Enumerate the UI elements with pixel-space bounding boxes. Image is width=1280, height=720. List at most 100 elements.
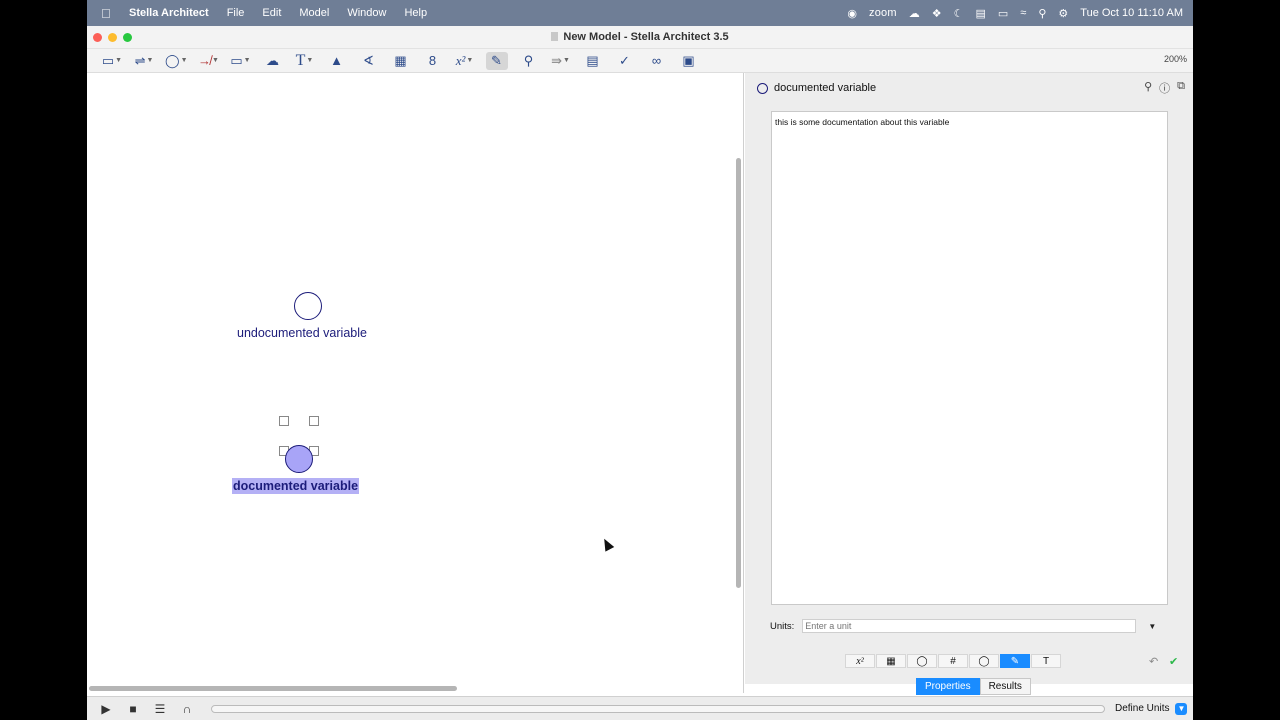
- panel-variable-name[interactable]: documented variable: [774, 82, 876, 94]
- stock-icon: ▭: [101, 52, 115, 68]
- vertical-scrollbar[interactable]: [736, 158, 741, 588]
- horizontal-scrollbar[interactable]: [89, 686, 457, 691]
- presentation-icon: ▣: [682, 52, 695, 68]
- database-icon[interactable]: ☰: [153, 702, 167, 716]
- undo-icon[interactable]: ↶: [1149, 655, 1158, 668]
- creative-cloud-icon[interactable]: ☁: [909, 7, 920, 20]
- search-icon[interactable]: ⚲: [1144, 80, 1152, 96]
- document-icon: [551, 32, 559, 41]
- stop-icon[interactable]: ■: [126, 702, 140, 716]
- flow-tool[interactable]: ⇌ ▼: [133, 52, 155, 70]
- converter-icon: [757, 82, 768, 94]
- presentation-tool[interactable]: ▣: [678, 52, 700, 70]
- control-center-icon[interactable]: ⚙: [1058, 7, 1068, 20]
- converter-label[interactable]: undocumented variable: [237, 326, 367, 340]
- units-dropdown-arrow-icon[interactable]: ▼: [1138, 619, 1166, 633]
- panel-tabs: Properties Results: [916, 678, 1031, 695]
- window-controls: [93, 32, 132, 42]
- table-tool[interactable]: ▦: [390, 52, 412, 70]
- range-button[interactable]: ◯: [969, 654, 999, 668]
- search-icon[interactable]: ⚲: [1038, 7, 1046, 20]
- model-canvas[interactable]: undocumented variable documented variabl…: [87, 73, 735, 684]
- converter-undocumented[interactable]: [294, 292, 322, 320]
- cloud-tool[interactable]: ☁: [262, 52, 284, 70]
- tab-results[interactable]: Results: [979, 678, 1031, 695]
- run-bar: ▶ ■ ☰ ∩ Define Units ▼: [87, 696, 1193, 720]
- interface-tool[interactable]: ▤: [582, 52, 604, 70]
- documentation-textarea[interactable]: this is some documentation about this va…: [771, 111, 1168, 605]
- documentation-button[interactable]: ✎: [1000, 654, 1030, 668]
- panel-header: documented variable ⚲ ⓘ ⧉: [745, 73, 1193, 103]
- minimize-window-button[interactable]: [108, 32, 117, 42]
- edit-mode-tool[interactable]: ✎: [485, 51, 508, 70]
- help-icon[interactable]: ⓘ: [1159, 80, 1170, 96]
- font-icon: T: [1042, 655, 1050, 667]
- popout-icon[interactable]: ⧉: [1177, 80, 1185, 96]
- menu-help[interactable]: Help: [404, 7, 427, 19]
- converter-documented[interactable]: [285, 445, 313, 473]
- menu-window[interactable]: Window: [347, 7, 386, 19]
- flow-icon: ⇌: [134, 52, 146, 68]
- menu-model[interactable]: Model: [299, 7, 329, 19]
- font-button[interactable]: T: [1031, 654, 1061, 668]
- style-button[interactable]: ◯: [907, 654, 937, 668]
- zoom-icon: ⚲: [523, 52, 534, 68]
- graph-tool[interactable]: ∢: [358, 52, 380, 70]
- pencil-icon: ✎: [491, 52, 502, 68]
- selection-handle[interactable]: [309, 416, 319, 426]
- module-icon: ▭: [230, 52, 243, 68]
- window-title-text: New Model - Stella Architect 3.5: [563, 31, 729, 43]
- play-icon[interactable]: ▶: [99, 702, 113, 716]
- zoom-tool[interactable]: ⚲: [518, 52, 540, 70]
- zoom-level[interactable]: 200%: [1164, 54, 1187, 64]
- chevron-down-icon[interactable]: ▼: [1175, 702, 1188, 715]
- connector-icon: ↛: [198, 53, 212, 68]
- brush-tool[interactable]: ✓: [614, 52, 636, 70]
- app-window: New Model - Stella Architect 3.5 ▭ ▼ ⇌ ▼ ◯…: [87, 26, 1193, 720]
- cloud-icon: ☁: [266, 52, 279, 68]
- link-tool[interactable]: ∞: [646, 52, 668, 70]
- equation-tab-button[interactable]: x²: [845, 654, 875, 668]
- number-format-button[interactable]: #: [938, 654, 968, 668]
- image-tool[interactable]: ▲: [326, 52, 348, 70]
- clock[interactable]: Tue Oct 10 11:10 AM: [1080, 7, 1183, 19]
- battery-icon[interactable]: ▭: [998, 7, 1008, 20]
- menu-app-name[interactable]: Stella Architect: [129, 7, 209, 19]
- menu-edit[interactable]: Edit: [262, 7, 281, 19]
- connector-tool[interactable]: ↛ ▼: [198, 52, 220, 70]
- zoom-window-button[interactable]: [123, 32, 132, 42]
- menu-file[interactable]: File: [227, 7, 245, 19]
- numeric-display-tool[interactable]: 8: [422, 52, 444, 70]
- magnet-icon[interactable]: ∩: [180, 702, 194, 716]
- text-icon: T: [295, 51, 306, 69]
- apply-check-icon[interactable]: ✔: [1169, 655, 1178, 668]
- zoom-status[interactable]: zoom: [869, 7, 897, 19]
- record-icon[interactable]: ◉: [847, 7, 857, 20]
- graphical-function-button[interactable]: ▦: [876, 654, 906, 668]
- module-tool[interactable]: ▭ ▼: [230, 52, 252, 70]
- run-progress-bar[interactable]: [211, 704, 1105, 713]
- menu-bar:  Stella Architect File Edit Model Windo…: [87, 0, 1193, 26]
- close-window-button[interactable]: [93, 32, 102, 42]
- moon-icon[interactable]: ☾: [954, 7, 964, 20]
- define-units-control[interactable]: Define Units ▼: [1115, 702, 1188, 715]
- dropbox-icon[interactable]: ❖: [932, 7, 942, 20]
- converter-tool[interactable]: ◯ ▼: [165, 52, 188, 70]
- wifi-icon[interactable]: ≈: [1020, 7, 1026, 19]
- text-tool[interactable]: T ▼: [294, 52, 316, 70]
- causal-tool[interactable]: ⇛ ▼: [550, 52, 572, 70]
- display-icon[interactable]: ▤: [975, 7, 985, 20]
- selection-handle[interactable]: [279, 416, 289, 426]
- panel-divider[interactable]: [743, 73, 744, 693]
- converter-label-selected[interactable]: documented variable: [232, 478, 360, 494]
- mouse-pointer: [599, 536, 615, 552]
- tab-properties[interactable]: Properties: [916, 678, 980, 695]
- apple-icon[interactable]: : [101, 6, 115, 21]
- stock-tool[interactable]: ▭ ▼: [101, 52, 123, 70]
- link-icon: ∞: [651, 53, 662, 68]
- graph-icon: ▦: [886, 655, 896, 667]
- units-label: Units:: [770, 620, 795, 632]
- units-input[interactable]: [802, 619, 1137, 633]
- equation-tool[interactable]: x² ▼: [454, 52, 476, 70]
- interface-icon: ▤: [586, 52, 599, 68]
